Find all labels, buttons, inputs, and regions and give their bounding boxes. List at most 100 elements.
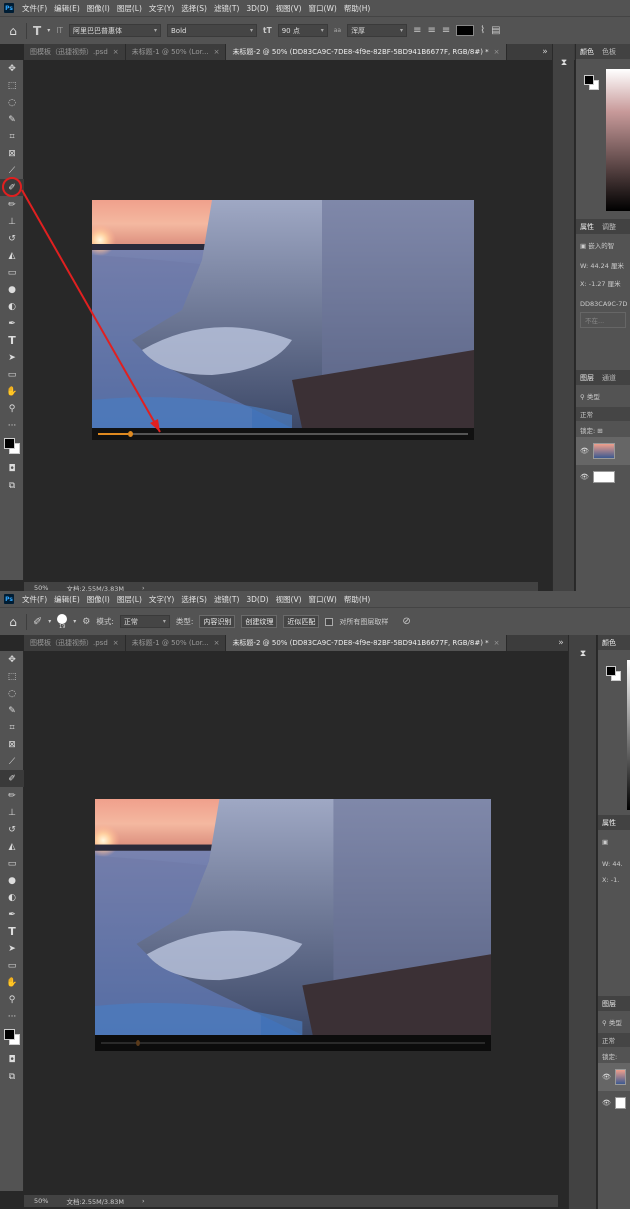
hand-tool-icon[interactable]: ✋ <box>0 974 24 991</box>
layer-row[interactable]: 👁 <box>598 1091 630 1115</box>
character-panel-icon[interactable]: ▤ <box>491 25 500 36</box>
type-tool-icon[interactable]: T <box>0 923 24 940</box>
menu-filter[interactable]: 滤镜(T) <box>214 594 239 605</box>
dodge-tool-icon[interactable]: ◐ <box>0 889 24 906</box>
tabs-overflow-icon[interactable]: » <box>538 44 552 60</box>
menu-help[interactable]: 帮助(H) <box>344 594 371 605</box>
move-tool-icon[interactable]: ✥ <box>0 651 24 668</box>
layers-filter[interactable]: ⚲ 类型 <box>576 389 630 403</box>
frame-tool-icon[interactable]: ⊠ <box>0 736 24 753</box>
menu-view[interactable]: 视图(V) <box>276 594 302 605</box>
layer-row[interactable]: 👁 <box>576 437 630 465</box>
menu-select[interactable]: 选择(S) <box>181 594 207 605</box>
zoom-level[interactable]: 50% <box>34 1197 48 1205</box>
lock-pixels-icon[interactable]: ⊞ <box>597 427 602 435</box>
tab-adjustments[interactable]: 调整 <box>602 222 616 232</box>
rectangle-tool-icon[interactable]: ▭ <box>0 957 24 974</box>
pen-tool-icon[interactable]: ✒ <box>0 906 24 923</box>
menu-file[interactable]: 文件(F) <box>22 594 47 605</box>
color-picker-field[interactable] <box>606 69 630 211</box>
eye-icon[interactable]: 👁 <box>602 1073 611 1081</box>
fg-swatch[interactable] <box>584 75 594 85</box>
history-brush-tool-icon[interactable]: ↺ <box>0 821 24 838</box>
healing-brush-tool-icon[interactable]: ✐ <box>0 770 24 787</box>
crop-tool-icon[interactable]: ⌗ <box>0 719 24 736</box>
home-icon[interactable]: ⌂ <box>6 615 20 629</box>
document-canvas[interactable] <box>95 799 491 1051</box>
foreground-color[interactable] <box>4 438 15 449</box>
playhead-handle[interactable] <box>135 1040 140 1046</box>
chevron-down-icon[interactable]: ▾ <box>48 618 51 625</box>
warp-text-icon[interactable]: ⌇ <box>480 25 485 36</box>
tab-properties[interactable]: 属性 <box>602 818 616 828</box>
align-right-icon[interactable]: ≡ <box>442 25 450 36</box>
quick-mask-icon[interactable]: ◘ <box>0 460 24 477</box>
create-texture-button[interactable]: 创建纹理 <box>241 615 278 628</box>
blend-mode-select[interactable]: 正常 <box>576 407 630 421</box>
props-x-value[interactable]: -1.27 厘米 <box>589 280 621 288</box>
tabs-overflow-icon[interactable]: » <box>554 635 568 651</box>
color-swatches[interactable] <box>0 1025 24 1051</box>
tab-layers[interactable]: 图层 <box>602 999 616 1009</box>
tab-channels[interactable]: 通道 <box>602 373 616 383</box>
close-icon[interactable]: × <box>214 639 220 647</box>
gradient-tool-icon[interactable]: ▭ <box>0 855 24 872</box>
brush-tool-icon[interactable]: ✏ <box>0 787 24 804</box>
eye-icon[interactable]: 👁 <box>602 1099 611 1107</box>
screen-mode-icon[interactable]: ⧉ <box>0 1068 24 1085</box>
brush-size-picker[interactable]: 19 <box>57 613 68 630</box>
tab-swatches[interactable]: 色板 <box>602 47 616 57</box>
props-x-value[interactable]: -1. <box>611 876 620 884</box>
tab-layers[interactable]: 图层 <box>580 373 594 383</box>
canvas-area[interactable] <box>21 60 538 582</box>
blur-tool-icon[interactable]: ● <box>0 872 24 889</box>
blend-mode-select[interactable]: 正常 <box>598 1033 630 1047</box>
menu-window[interactable]: 窗口(W) <box>309 594 337 605</box>
props-w-value[interactable]: 44.24 厘米 <box>590 262 624 270</box>
brush-settings-icon[interactable]: ⚙ <box>82 617 90 627</box>
props-button[interactable]: 不在... <box>580 312 626 328</box>
props-w-value[interactable]: 44. <box>612 860 622 868</box>
zoom-tool-icon[interactable]: ⚲ <box>0 991 24 1008</box>
menu-edit[interactable]: 编辑(E) <box>54 594 80 605</box>
tab-untitled-2[interactable]: 未标题-2 @ 50% (DD83CA9C-7DE8-4f9e-82BF-5BD… <box>226 635 507 651</box>
tab-color[interactable]: 颜色 <box>580 47 594 57</box>
align-left-icon[interactable]: ≡ <box>413 25 421 36</box>
proximity-match-button[interactable]: 近似匹配 <box>283 615 320 628</box>
clone-stamp-tool-icon[interactable]: ⊥ <box>0 804 24 821</box>
screen-mode-icon[interactable]: ⧉ <box>0 477 24 494</box>
content-aware-button[interactable]: 内容识别 <box>199 615 236 628</box>
eraser-tool-icon[interactable]: ◭ <box>0 838 24 855</box>
eyedropper-tool-icon[interactable]: ⟋ <box>0 753 24 770</box>
quick-mask-icon[interactable]: ◘ <box>0 1051 24 1068</box>
mode-select[interactable]: 正常 ▾ <box>119 615 170 628</box>
antialias-select[interactable]: 浑厚 ▾ <box>347 24 408 37</box>
timeline-track[interactable] <box>101 1040 485 1046</box>
eye-icon[interactable]: 👁 <box>580 473 589 481</box>
canvas-area[interactable] <box>24 651 558 1195</box>
layer-row[interactable]: 👁 <box>598 1063 630 1091</box>
menu-layer[interactable]: 图层(L) <box>117 594 142 605</box>
tab-color[interactable]: 颜色 <box>602 638 616 648</box>
healing-brush-tool-icon[interactable]: ✐ <box>33 615 42 628</box>
fg-swatch[interactable] <box>606 666 616 676</box>
tab-template[interactable]: 图模板（迅捷视频）.psd × <box>24 635 126 651</box>
tab-properties[interactable]: 属性 <box>580 222 594 232</box>
marquee-tool-icon[interactable]: ⬚ <box>0 668 24 685</box>
path-select-tool-icon[interactable]: ➤ <box>0 940 24 957</box>
eye-icon[interactable]: 👁 <box>580 447 589 455</box>
menu-help[interactable]: 帮助(H) <box>344 3 371 14</box>
close-icon[interactable]: × <box>494 639 500 647</box>
text-color-swatch[interactable] <box>456 25 475 36</box>
sample-all-checkbox[interactable] <box>325 617 334 626</box>
chevron-down-icon[interactable]: ▾ <box>73 618 76 625</box>
more-tools-icon[interactable]: ··· <box>0 1008 24 1025</box>
quick-select-tool-icon[interactable]: ✎ <box>0 702 24 719</box>
pressure-size-icon[interactable]: ⊘ <box>402 616 410 627</box>
lasso-tool-icon[interactable]: ◌ <box>0 685 24 702</box>
menu-type[interactable]: 文字(Y) <box>149 594 174 605</box>
layers-filter[interactable]: ⚲ 类型 <box>598 1015 630 1029</box>
history-panel-icon[interactable]: ⧗ <box>569 645 597 662</box>
menu-image[interactable]: 图像(I) <box>87 594 110 605</box>
tab-untitled-1[interactable]: 未标题-1 @ 50% (Lor... × <box>126 635 227 651</box>
